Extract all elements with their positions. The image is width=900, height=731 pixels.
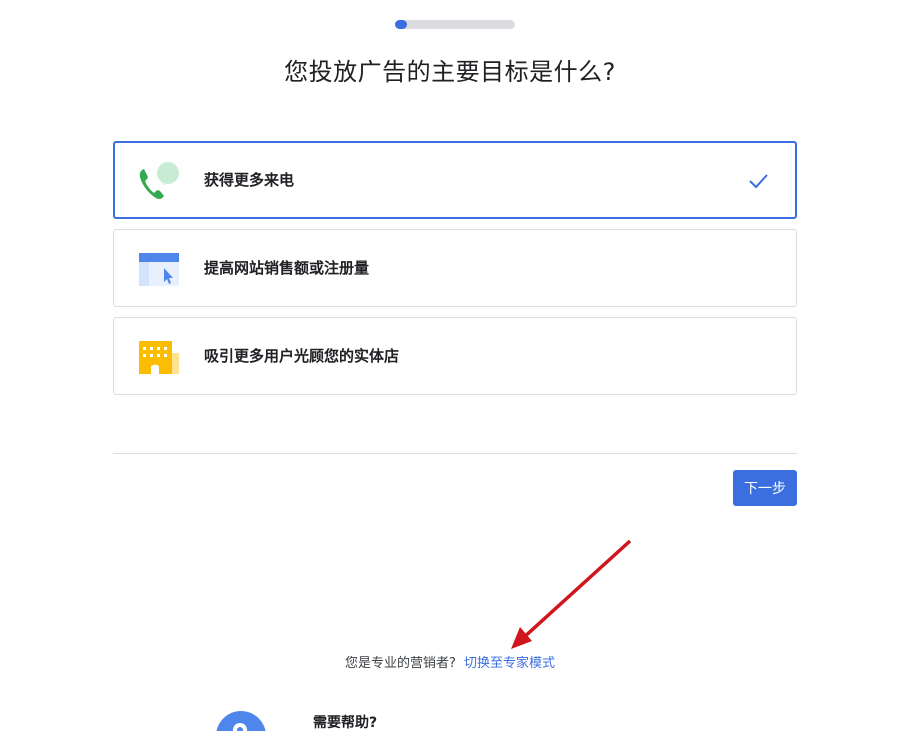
help-avatar bbox=[216, 711, 266, 731]
option-label: 获得更多来电 bbox=[204, 171, 295, 189]
annotation-arrow-icon bbox=[511, 539, 632, 649]
phone-call-icon bbox=[139, 162, 179, 200]
check-icon bbox=[749, 174, 768, 189]
website-cursor-icon bbox=[139, 253, 179, 286]
storefront-icon bbox=[139, 341, 179, 374]
progress-bar bbox=[395, 20, 515, 29]
option-label: 吸引更多用户光顾您的实体店 bbox=[204, 347, 400, 365]
help-title: 需要帮助? bbox=[313, 715, 378, 731]
expert-question: 您是专业的营销者? bbox=[345, 656, 456, 671]
page: 您投放广告的主要目标是什么? 获得更多来电 提高网站销售额或注册量 吸引更多用户… bbox=[0, 0, 900, 731]
option-website-sales[interactable]: 提高网站销售额或注册量 bbox=[113, 229, 797, 307]
help-person-icon bbox=[233, 723, 247, 731]
next-button[interactable]: 下一步 bbox=[733, 470, 797, 506]
expert-mode-line: 您是专业的营销者? 切换至专家模式 bbox=[0, 652, 900, 671]
divider bbox=[113, 453, 797, 454]
progress-fill bbox=[395, 20, 407, 29]
switch-expert-mode-link[interactable]: 切换至专家模式 bbox=[464, 656, 555, 671]
page-title: 您投放广告的主要目标是什么? bbox=[284, 58, 616, 86]
option-store-visits[interactable]: 吸引更多用户光顾您的实体店 bbox=[113, 317, 797, 395]
option-label: 提高网站销售额或注册量 bbox=[204, 259, 370, 277]
option-more-calls[interactable]: 获得更多来电 bbox=[113, 141, 797, 219]
